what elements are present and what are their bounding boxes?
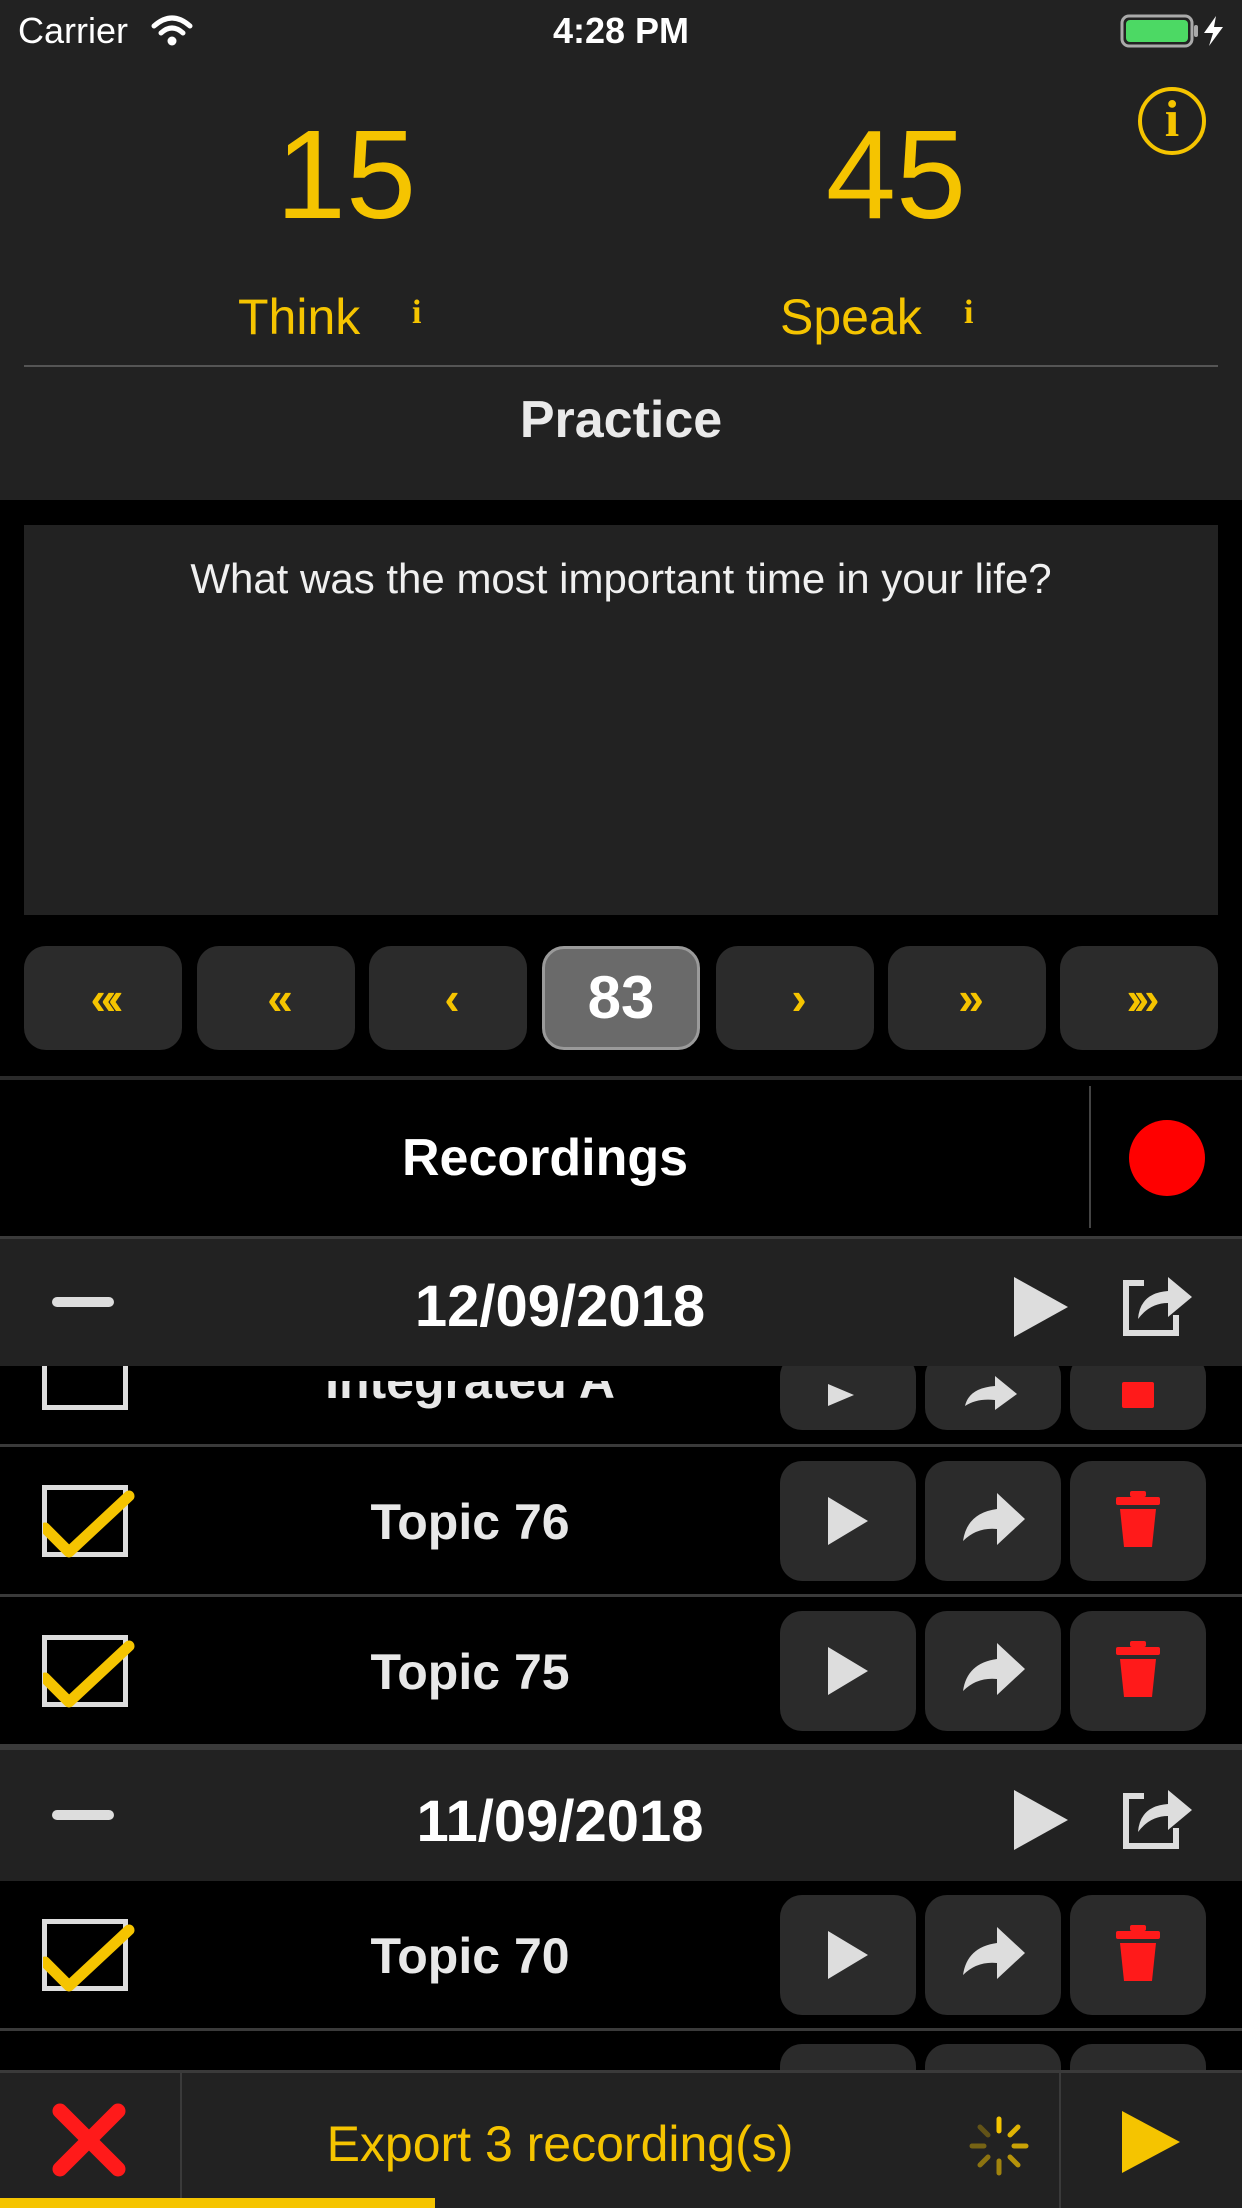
- question-text: What was the most important time in your…: [190, 555, 1052, 602]
- recording-row[interactable]: Topic 76: [0, 1447, 1242, 1597]
- nav-last-button[interactable]: ›»: [1060, 946, 1218, 1050]
- checkbox-icon[interactable]: [42, 1485, 135, 1558]
- forward-button[interactable]: [925, 1611, 1061, 1731]
- export-progress-bar: [0, 2198, 435, 2208]
- share-icon[interactable]: [1120, 1269, 1194, 1339]
- question-panel: What was the most important time in your…: [24, 525, 1218, 915]
- checkbox-icon[interactable]: [42, 1635, 135, 1708]
- forward-icon: [963, 1493, 1025, 1545]
- play-icon: [828, 1647, 868, 1695]
- speak-info-icon[interactable]: i: [964, 294, 973, 332]
- nav-next-button[interactable]: ›: [716, 946, 874, 1050]
- checkmark-icon: [43, 1924, 135, 1992]
- play-button[interactable]: [780, 1895, 916, 2015]
- date-group-header[interactable]: 11/09/2018: [0, 1747, 1242, 1881]
- trash-icon: [1116, 1641, 1160, 1697]
- delete-button[interactable]: [1070, 1461, 1206, 1581]
- divider: [24, 365, 1218, 367]
- recording-title: Topic 75: [370, 1644, 570, 1700]
- delete-button[interactable]: [1070, 1895, 1206, 2015]
- recording-row[interactable]: Topic 75: [0, 1597, 1242, 1747]
- info-icon[interactable]: i: [1138, 87, 1206, 155]
- delete-button[interactable]: [1070, 2044, 1206, 2070]
- nav-first-button[interactable]: «‹: [24, 946, 182, 1050]
- think-label: Think: [238, 289, 361, 345]
- battery-icon: [1120, 14, 1223, 48]
- trash-icon: [1116, 1925, 1160, 1981]
- play-button[interactable]: [780, 1611, 916, 1731]
- forward-button[interactable]: [925, 1895, 1061, 2015]
- status-bar: Carrier 4:28 PM: [0, 0, 1242, 62]
- recordings-bar: Recordings: [0, 1080, 1242, 1234]
- play-button[interactable]: [780, 1461, 916, 1581]
- recording-title: Topic 76: [370, 1494, 570, 1550]
- trash-icon: [1116, 1491, 1160, 1547]
- nav-forward-10-button[interactable]: »: [888, 946, 1046, 1050]
- page-number[interactable]: 83: [542, 946, 700, 1050]
- play-icon[interactable]: [1118, 2107, 1182, 2177]
- export-bar: Export 3 recording(s): [0, 2070, 1242, 2208]
- speak-seconds[interactable]: 45: [746, 102, 1046, 247]
- divider: [1059, 2073, 1061, 2208]
- status-time: 4:28 PM: [552, 10, 690, 51]
- export-label[interactable]: Export 3 recording(s): [182, 2115, 938, 2173]
- forward-icon: [963, 1643, 1025, 1695]
- recording-title: Topic 70: [370, 1928, 570, 1984]
- play-icon[interactable]: [1010, 1273, 1070, 1341]
- delete-button[interactable]: [1070, 1611, 1206, 1731]
- nav-prev-button[interactable]: ‹: [369, 946, 527, 1050]
- group-date: 11/09/2018: [416, 1789, 704, 1854]
- timer-header: 15 45 i Think i Speak i Practice: [0, 62, 1242, 500]
- checkmark-icon: [43, 1640, 135, 1708]
- forward-icon: [963, 1927, 1025, 1979]
- play-button[interactable]: [780, 2044, 916, 2070]
- date-group-header[interactable]: 12/09/2018: [0, 1236, 1242, 1366]
- nav-back-10-button[interactable]: «: [197, 946, 355, 1050]
- speak-label: Speak: [780, 289, 922, 345]
- divider: [1089, 1086, 1091, 1228]
- share-icon[interactable]: [1120, 1782, 1194, 1852]
- checkbox-icon[interactable]: [42, 1919, 135, 1992]
- group-date: 12/09/2018: [414, 1274, 706, 1339]
- forward-button[interactable]: [925, 2044, 1061, 2070]
- think-seconds[interactable]: 15: [196, 102, 496, 247]
- play-icon: [828, 1497, 868, 1545]
- play-icon: [828, 1931, 868, 1979]
- spinner-icon: [969, 2116, 1029, 2176]
- checkmark-icon: [43, 1490, 135, 1558]
- mode-title[interactable]: Practice: [0, 390, 1242, 450]
- recording-row[interactable]: Topic 70: [0, 1881, 1242, 2031]
- forward-button[interactable]: [925, 1461, 1061, 1581]
- think-info-icon[interactable]: i: [412, 294, 421, 332]
- recordings-title: Recordings: [401, 1129, 689, 1187]
- play-icon[interactable]: [1010, 1786, 1070, 1854]
- record-button[interactable]: [1129, 1120, 1205, 1196]
- close-icon[interactable]: [0, 2073, 180, 2208]
